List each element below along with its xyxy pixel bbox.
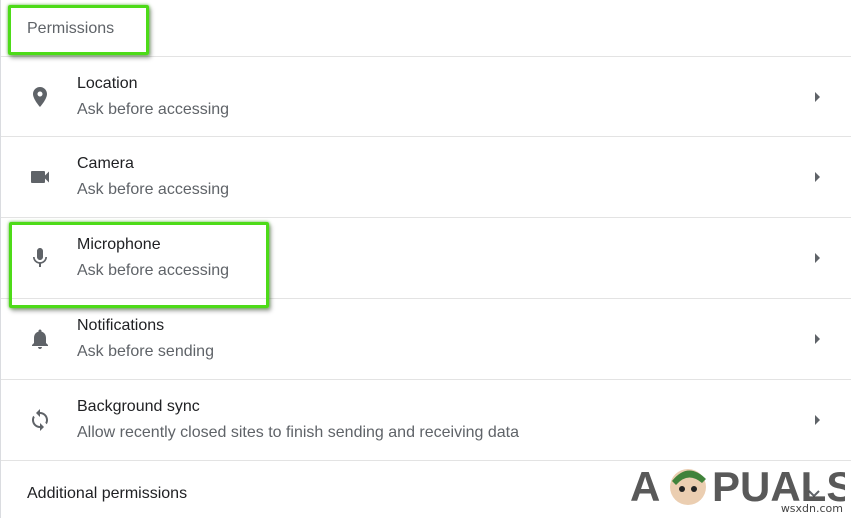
permission-title: Microphone — [77, 236, 161, 253]
arrow-right-icon[interactable] — [812, 169, 822, 185]
sync-icon — [28, 408, 52, 432]
microphone-icon — [28, 246, 52, 270]
permission-title: Notifications — [77, 317, 165, 334]
permission-row-location[interactable]: Location Ask before accessing — [1, 56, 851, 137]
permission-title: Location — [77, 75, 138, 92]
svg-text:A: A — [630, 463, 660, 510]
permission-status: Ask before accessing — [77, 181, 230, 198]
permission-status: Allow recently closed sites to finish se… — [77, 424, 520, 441]
arrow-right-icon[interactable] — [812, 331, 822, 347]
permission-title: Background sync — [77, 398, 200, 415]
permission-title: Camera — [77, 155, 134, 172]
additional-permissions-label: Additional permissions — [27, 485, 188, 502]
permission-row-background-sync[interactable]: Background sync Allow recently closed si… — [1, 380, 851, 461]
permission-status: Ask before accessing — [77, 262, 230, 279]
permission-status: Ask before accessing — [77, 101, 230, 118]
bell-icon — [28, 327, 52, 351]
permission-row-camera[interactable]: Camera Ask before accessing — [1, 137, 851, 218]
location-pin-icon — [28, 85, 52, 109]
arrow-right-icon[interactable] — [812, 89, 822, 105]
permission-row-notifications[interactable]: Notifications Ask before sending — [1, 299, 851, 380]
permission-status: Ask before sending — [77, 343, 214, 360]
arrow-right-icon[interactable] — [812, 412, 822, 428]
camera-icon — [28, 165, 52, 189]
section-title: Permissions — [27, 20, 115, 37]
permissions-panel: Permissions Location Ask before accessin… — [0, 0, 851, 518]
arrow-right-icon[interactable] — [812, 250, 822, 266]
watermark-site: wsxdn.com — [780, 502, 843, 515]
permission-row-microphone[interactable]: Microphone Ask before accessing — [1, 218, 851, 299]
